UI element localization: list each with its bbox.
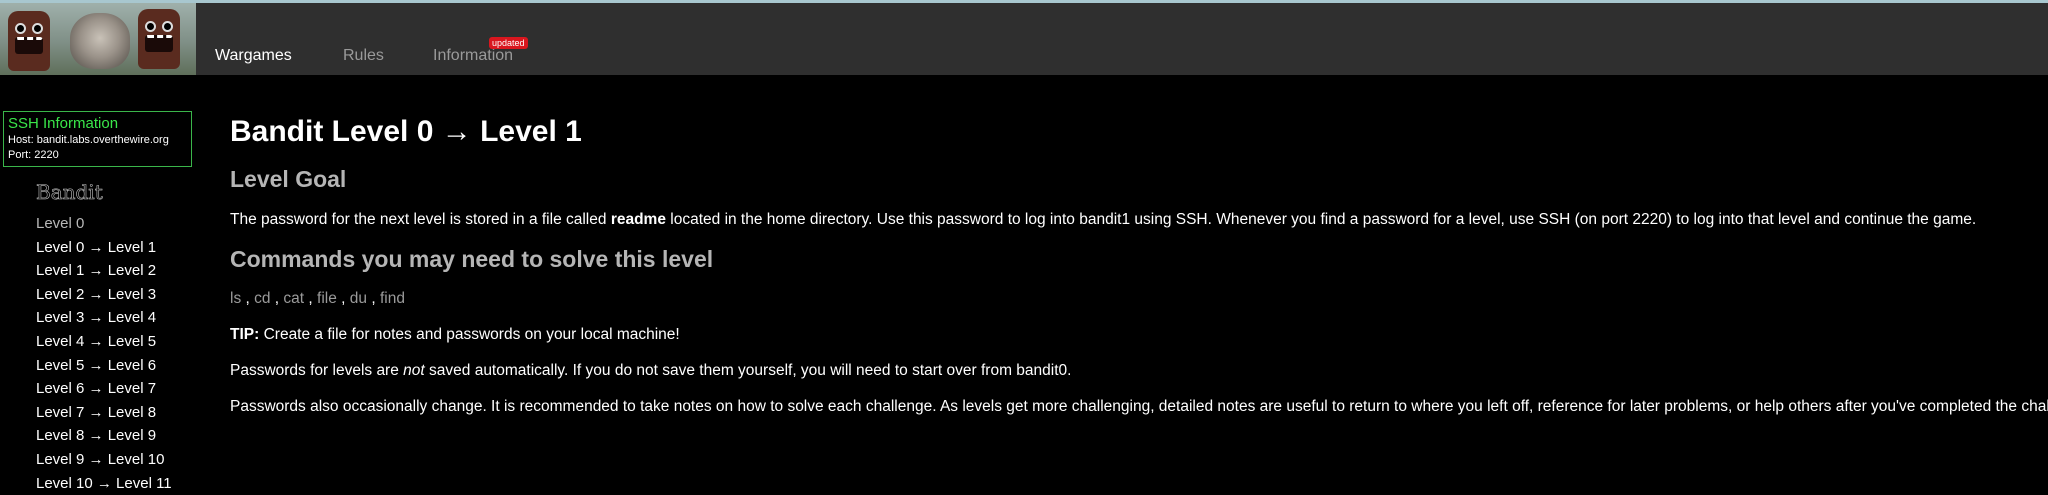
sidebar-item-level-2[interactable]: Level 1 → Level 2 [36,259,172,283]
command-link[interactable]: find [380,290,405,307]
page-title: Bandit Level 0 → Level 1 [230,115,582,148]
ssh-title: SSH Information [8,115,119,132]
sidebar-item-level-11[interactable]: Level 10 → Level 11 [36,472,172,495]
command-link[interactable]: cat [283,290,304,307]
tip-text: TIP: Create a file for notes and passwor… [230,326,680,343]
ssh-information-box: SSH Information Host: bandit.labs.overth… [3,111,192,167]
cat-icon [70,13,130,69]
domo-right-icon [138,9,180,69]
readme-filename: readme [610,211,666,228]
sidebar-item-level-8[interactable]: Level 7 → Level 8 [36,401,172,425]
ssh-port: Port: 2220 [8,149,59,161]
main-content: Bandit Level 0 → Level 1 Level Goal The … [230,112,2048,417]
sidebar-item-level-0[interactable]: Level 0 [36,212,172,236]
nav-rules[interactable]: Rules [343,47,384,65]
level-sidebar: Bandit Level 0 Level 0 → Level 1 Level 1… [36,180,172,495]
password-change-text: Passwords also occasionally change. It i… [230,398,2048,415]
command-link[interactable]: file [317,290,337,307]
command-link[interactable]: ls [230,290,241,307]
site-logo[interactable] [0,3,196,75]
sidebar-item-level-7[interactable]: Level 6 → Level 7 [36,377,172,401]
nav-wargames[interactable]: Wargames [215,47,292,65]
sidebar-item-level-5[interactable]: Level 4 → Level 5 [36,330,172,354]
level-goal-text: The password for the next level is store… [230,211,1977,228]
commands-heading: Commands you may need to solve this leve… [230,246,714,272]
sidebar-item-level-10[interactable]: Level 9 → Level 10 [36,448,172,472]
game-title[interactable]: Bandit [36,180,172,206]
command-link[interactable]: cd [254,290,270,307]
command-link[interactable]: du [350,290,367,307]
ssh-host: Host: bandit.labs.overthewire.org [8,134,169,146]
nav-information[interactable]: Information [433,47,513,65]
domo-left-icon [8,11,50,71]
sidebar-item-level-1[interactable]: Level 0 → Level 1 [36,236,172,260]
navbar: Wargames Rules Information updated [0,3,2048,75]
sidebar-item-level-9[interactable]: Level 8 → Level 9 [36,424,172,448]
sidebar-item-level-6[interactable]: Level 5 → Level 6 [36,354,172,378]
updated-badge: updated [489,37,528,49]
sidebar-item-level-3[interactable]: Level 2 → Level 3 [36,283,172,307]
tip-label: TIP: [230,326,260,343]
sidebar-item-level-4[interactable]: Level 3 → Level 4 [36,306,172,330]
save-warning-text: Passwords for levels are not saved autom… [230,362,1072,379]
commands-list: ls , cd , cat , file , du , find [230,290,405,307]
level-goal-heading: Level Goal [230,166,347,192]
